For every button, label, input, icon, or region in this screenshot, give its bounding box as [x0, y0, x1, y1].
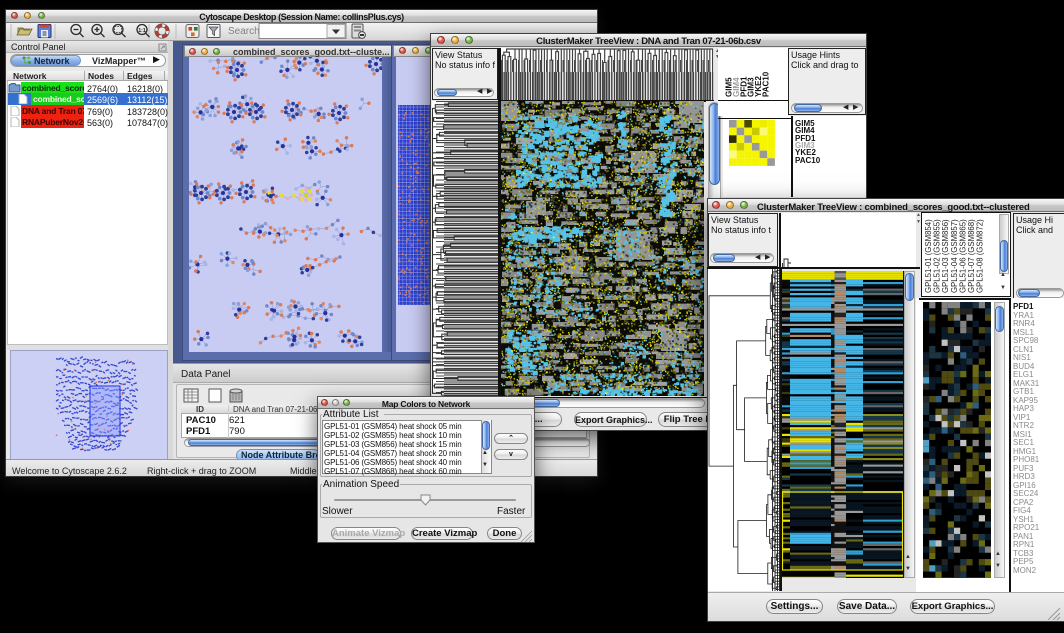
svg-text:1:1: 1:1 [138, 28, 145, 34]
svg-text:GPL51-08 (GSM872): GPL51-08 (GSM872) [976, 219, 985, 293]
svg-text:PAC10: PAC10 [762, 71, 771, 97]
svg-text:Search:: Search: [228, 26, 262, 37]
